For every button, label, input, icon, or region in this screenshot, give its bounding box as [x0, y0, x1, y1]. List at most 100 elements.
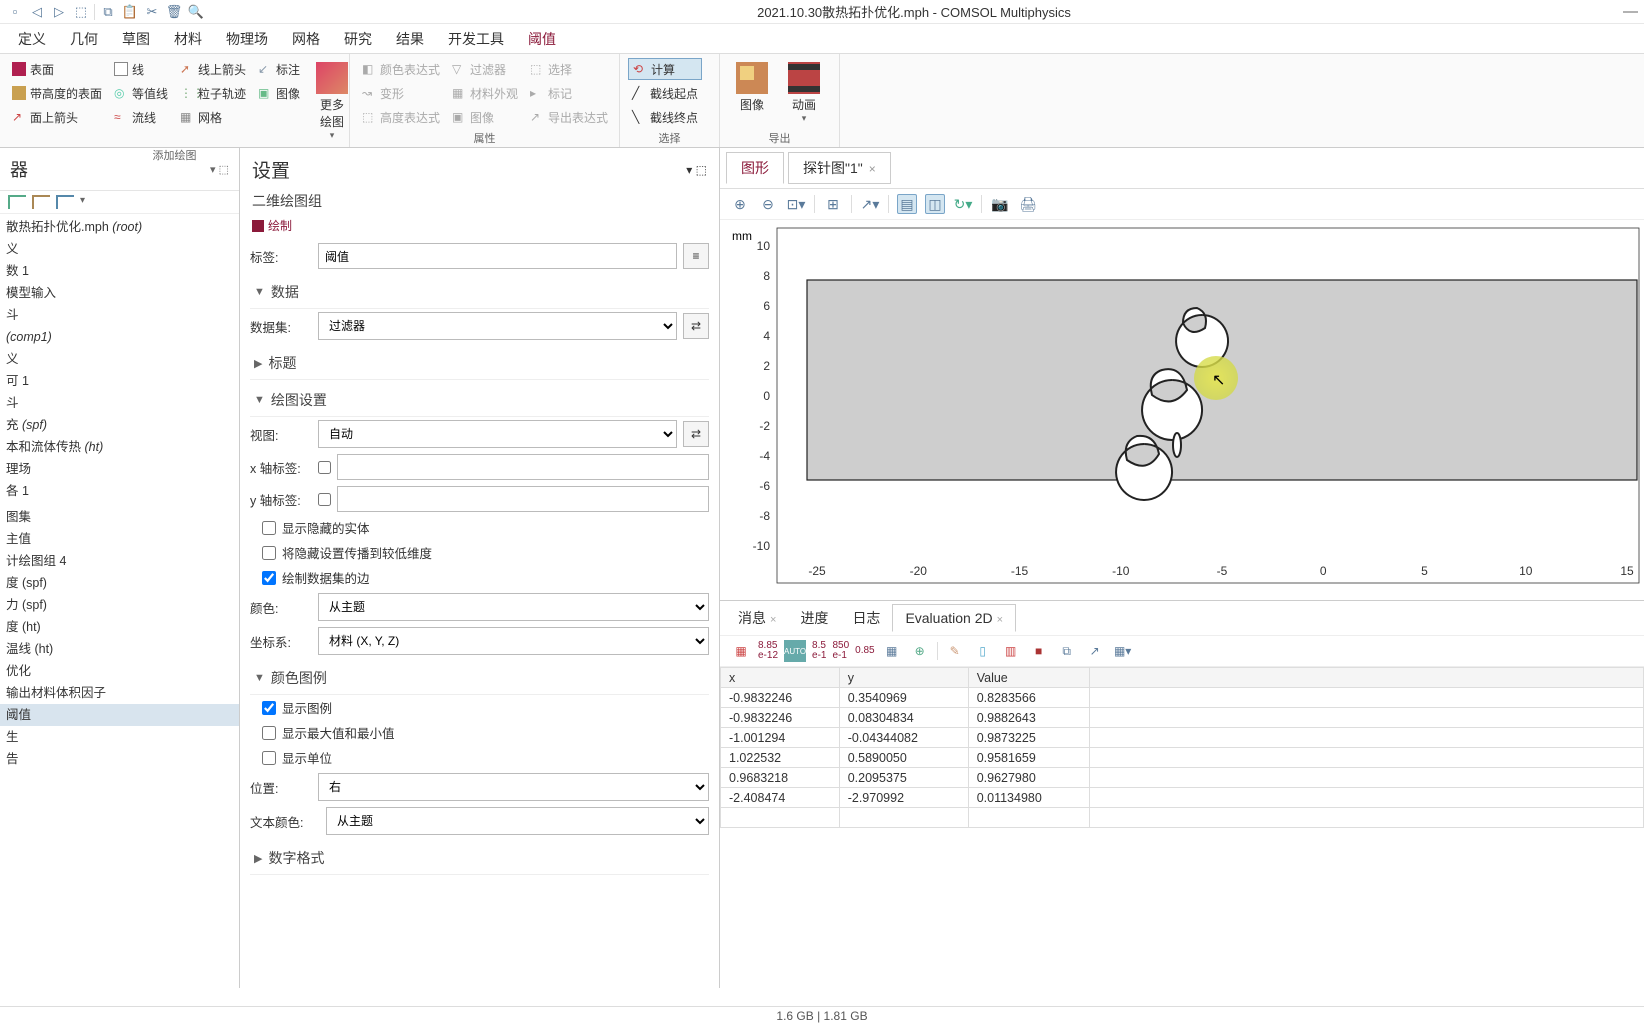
ribbon-line-arrow[interactable]: ➚线上箭头: [176, 58, 250, 80]
square-icon[interactable]: ■: [1028, 640, 1050, 662]
tree-item[interactable]: 充 (spf): [0, 414, 239, 436]
table-row[interactable]: -0.98322460.083048340.9882643: [721, 708, 1644, 728]
tree-item[interactable]: 斗: [0, 304, 239, 326]
table-row[interactable]: 1.0225320.58900500.9581659: [721, 748, 1644, 768]
tree-toolbar-btn2[interactable]: [32, 195, 50, 209]
tree-item[interactable]: 告: [0, 748, 239, 770]
ribbon-surface[interactable]: 表面: [8, 58, 106, 80]
qat-delete-icon[interactable]: 🗑: [165, 3, 183, 21]
table-header[interactable]: x: [721, 668, 840, 688]
position-select[interactable]: 右: [318, 773, 709, 801]
menu-physics[interactable]: 物理场: [214, 25, 280, 53]
menu-mesh[interactable]: 网格: [280, 25, 332, 53]
ribbon-annotation[interactable]: ↙标注: [254, 58, 304, 80]
camera-icon[interactable]: ↻▾: [953, 194, 973, 214]
print-icon[interactable]: 🖨: [1018, 194, 1038, 214]
tree-item[interactable]: 输出材料体积因子: [0, 682, 239, 704]
tree-toolbar-btn3[interactable]: [56, 195, 74, 209]
table-grid-icon[interactable]: ▦: [881, 640, 903, 662]
delete-icon[interactable]: ▯: [972, 640, 994, 662]
pencil-icon[interactable]: ✎: [944, 640, 966, 662]
menu-sketch[interactable]: 草图: [110, 25, 162, 53]
zoom-extents-icon[interactable]: ⊡▾: [786, 194, 806, 214]
progress-tab[interactable]: 进度: [788, 603, 840, 633]
ribbon-compute[interactable]: ⟲计算: [628, 58, 702, 80]
chk-propagate[interactable]: [262, 546, 276, 560]
axes-icon[interactable]: ↗▾: [860, 194, 880, 214]
messages-tab[interactable]: 消息×: [726, 603, 788, 633]
coord-select[interactable]: 材料 (X, Y, Z): [318, 627, 709, 655]
table-icon[interactable]: ▦: [730, 640, 752, 662]
chk-show-units[interactable]: [262, 751, 276, 765]
ribbon-contour[interactable]: ◎等值线: [110, 82, 172, 104]
y-axis-input[interactable]: [337, 486, 709, 512]
table-row[interactable]: -1.001294-0.043440820.9873225: [721, 728, 1644, 748]
zoom-in-icon[interactable]: ⊕: [730, 194, 750, 214]
ribbon-mesh[interactable]: ▦网格: [176, 106, 250, 128]
section-title[interactable]: ▶标题: [250, 347, 709, 380]
evaluation-tab[interactable]: Evaluation 2D×: [892, 604, 1016, 632]
color-select[interactable]: 从主题: [318, 593, 709, 621]
tree-item[interactable]: 主值: [0, 528, 239, 550]
transparency-icon[interactable]: ◫: [925, 194, 945, 214]
qat-redo-icon[interactable]: ▷: [50, 3, 68, 21]
tree-item[interactable]: 力 (spf): [0, 594, 239, 616]
ribbon-image[interactable]: ▣图像: [254, 82, 304, 104]
tree-panel-controls[interactable]: ▾ ⬚: [210, 163, 229, 176]
settings-controls[interactable]: ▾ ⬚: [686, 163, 707, 177]
qat-cut-icon[interactable]: ✂: [143, 3, 161, 21]
tree-item[interactable]: 度 (spf): [0, 572, 239, 594]
tree-item[interactable]: 优化: [0, 660, 239, 682]
tree-item[interactable]: 阈值: [0, 704, 239, 726]
table-row[interactable]: 0.96832180.20953750.9627980: [721, 768, 1644, 788]
menu-devtools[interactable]: 开发工具: [436, 25, 516, 53]
table-row[interactable]: -2.408474-2.9709920.01134980: [721, 788, 1644, 808]
view-side-btn[interactable]: ⇄: [683, 421, 709, 447]
evaluation-table[interactable]: xyValue -0.98322460.35409690.8283566-0.9…: [720, 667, 1644, 828]
qat-open-icon[interactable]: ▫: [6, 3, 24, 21]
menu-definitions[interactable]: 定义: [6, 25, 58, 53]
close-icon[interactable]: ×: [869, 162, 876, 176]
table-header[interactable]: y: [839, 668, 968, 688]
ribbon-animation[interactable]: 动画▾: [780, 58, 828, 128]
graphics-tab[interactable]: 图形: [726, 152, 784, 184]
qat-paste-icon[interactable]: 📋: [121, 3, 139, 21]
table-header[interactable]: Value: [968, 668, 1090, 688]
section-plot[interactable]: ▼绘图设置: [250, 384, 709, 417]
tree-item[interactable]: 图集: [0, 506, 239, 528]
globe-icon[interactable]: ⊕: [909, 640, 931, 662]
scene-light-icon[interactable]: ▤: [897, 194, 917, 214]
grid-icon[interactable]: ⊞: [823, 194, 843, 214]
precision-4[interactable]: 0.85: [855, 646, 874, 656]
tree-item[interactable]: 可 1: [0, 370, 239, 392]
ribbon-cutline-end[interactable]: ╲截线终点: [628, 106, 702, 128]
chk-hidden[interactable]: [262, 521, 276, 535]
ribbon-image-export[interactable]: 图像: [728, 58, 776, 128]
tree-item[interactable]: 模型输入: [0, 282, 239, 304]
menu-results[interactable]: 结果: [384, 25, 436, 53]
settings-compute-button[interactable]: 绘制: [240, 217, 719, 240]
log-tab[interactable]: 日志: [840, 603, 892, 633]
tree-item[interactable]: 温线 (ht): [0, 638, 239, 660]
text-color-select[interactable]: 从主题: [326, 807, 709, 835]
qat-save-icon[interactable]: ⬚: [72, 3, 90, 21]
chk-show-maxmin[interactable]: [262, 726, 276, 740]
precision-1[interactable]: 8.85e-12: [758, 641, 778, 661]
tree-item[interactable]: 生: [0, 726, 239, 748]
tree-item[interactable]: (comp1): [0, 326, 239, 348]
x-axis-input[interactable]: [337, 454, 709, 480]
tree-item[interactable]: 义: [0, 238, 239, 260]
menu-geometry[interactable]: 几何: [58, 25, 110, 53]
view-select[interactable]: 自动: [318, 420, 677, 448]
ribbon-surface-arrow[interactable]: ↗面上箭头: [8, 106, 106, 128]
qat-undo-icon[interactable]: ◁: [28, 3, 46, 21]
x-axis-checkbox[interactable]: [318, 461, 331, 474]
menu-materials[interactable]: 材料: [162, 25, 214, 53]
dataset-side-btn[interactable]: ⇄: [683, 313, 709, 339]
menu-threshold[interactable]: 阈值: [516, 25, 568, 53]
qat-copy-icon[interactable]: ⧉: [99, 3, 117, 21]
section-data[interactable]: ▼数据: [250, 276, 709, 309]
section-legend[interactable]: ▼颜色图例: [250, 662, 709, 695]
copy-table-icon[interactable]: ⧉: [1056, 640, 1078, 662]
ribbon-cutline-start[interactable]: ╱截线起点: [628, 82, 702, 104]
